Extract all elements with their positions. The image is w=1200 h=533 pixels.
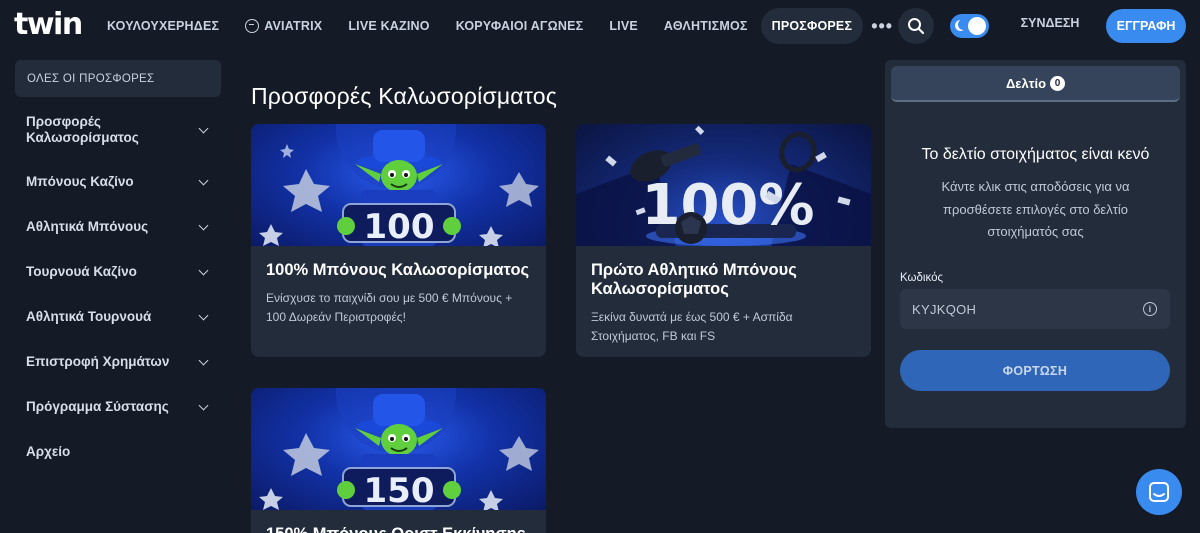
aviatrix-icon <box>245 19 260 33</box>
twin-logo[interactable]: twin <box>14 10 83 40</box>
sidebar-item-label: Προσφορές Καλωσορίσματος <box>26 114 139 145</box>
login-link[interactable]: ΣΥΝΔΕΣΗ <box>1012 16 1088 30</box>
promo-card-title: 150% Μπόνους Οριστ Εκκίνησηs <box>266 525 531 533</box>
sidebar-item-label: Αρχείο <box>26 444 71 459</box>
sidebar-item-casino-tournaments[interactable]: Τουρνουά Καζίνο <box>15 263 221 281</box>
promo-banner-goblin: 150 <box>251 388 546 510</box>
chevron-down-icon <box>198 355 209 365</box>
code-label: Κωδικός <box>900 272 944 284</box>
betslip-tab-label: Δελτίο <box>1005 75 1047 91</box>
nav-live[interactable]: LIVE <box>596 8 651 44</box>
sidebar-all-offers[interactable]: ΟΛΕΣ ΟΙ ΠΡΟΣΦΟΡΕΣ <box>15 60 221 97</box>
nav-label: LIVE <box>609 19 638 33</box>
nav-aviatrix[interactable]: AVIATRIX <box>232 8 335 44</box>
betslip-empty-hint: Κάντε κλικ στις αποδόσεις για να προσθέσ… <box>941 179 1130 239</box>
sidebar-item-label: Μπόνους Καζίνο <box>26 174 134 189</box>
promo-card-title: 100% Μπόνους Καλωσορίσματος <box>266 261 530 279</box>
nav-live-casino[interactable]: LIVE ΚΑΖΙΝΟ <box>335 8 442 44</box>
promo-card-description: Ξεκίνα δυνατά με έως 500 € + Ασπίδα Στοι… <box>591 310 793 343</box>
banner-number: 100% <box>641 173 814 238</box>
toggle-knob <box>968 17 986 35</box>
chevron-down-icon <box>198 220 209 230</box>
page-title: Προσφορές Καλωσορίσματος <box>251 83 558 109</box>
chevron-down-icon <box>198 175 209 185</box>
sidebar-item-label: Αθλητικά Τουρνουά <box>26 309 152 324</box>
search-icon <box>908 18 925 35</box>
sidebar-item-referral[interactable]: Πρόγραμμα Σύστασης <box>15 398 221 416</box>
sidebar-item-cashback[interactable]: Επιστροφή Χρημάτων <box>15 353 221 371</box>
promo-card[interactable]: 100% Πρώτο Αθλητικό Μπόνους Καλωσορίσματ… <box>576 124 871 357</box>
chevron-down-icon <box>198 123 209 133</box>
more-menu-icon[interactable]: ••• <box>863 8 901 44</box>
promo-banner-goblin: 100 <box>251 124 546 246</box>
sidebar-item-label: Τουρνουά Καζίνο <box>26 264 137 279</box>
sidebar-item-sports-tournaments[interactable]: Αθλητικά Τουρνουά <box>15 308 221 326</box>
sidebar-item-label: Επιστροφή Χρημάτων <box>26 354 170 369</box>
sidebar-item-casino-bonus[interactable]: Μπόνους Καζίνο <box>15 173 221 191</box>
goblin-banner-art: 100 <box>259 124 539 246</box>
chevron-down-icon <box>198 400 209 410</box>
code-value: KYJKQOH <box>912 301 977 317</box>
top-header: twin ΚΟΥΛΟΥΧΕΡΗΔΕΣ AVIATRIX LIVE ΚΑΖΙΝΟ … <box>0 0 1200 52</box>
banner-number: 100 <box>364 207 435 246</box>
nav-promotions[interactable]: ΠΡΟΣΦΟΡΕΣ <box>760 8 864 44</box>
promotions-sidebar: ΟΛΕΣ ΟΙ ΠΡΟΣΦΟΡΕΣ <box>15 60 221 97</box>
chat-icon <box>1149 482 1169 502</box>
chevron-down-icon <box>198 265 209 275</box>
nav-top-matches[interactable]: ΚΟΡΥΦΑΙΟΙ ΑΓΩΝΕΣ <box>443 8 597 44</box>
nav-label: AVIATRIX <box>264 19 323 33</box>
code-input[interactable]: KYJKQOH i <box>900 289 1170 329</box>
nav-label: ΠΡΟΣΦΟΡΕΣ <box>771 19 853 33</box>
banner-number: 150 <box>364 471 435 510</box>
sidebar-item-welcome-offers[interactable]: Προσφορές Καλωσορίσματος <box>15 113 221 147</box>
theme-toggle[interactable] <box>950 14 989 38</box>
promo-card[interactable]: 100 100% Μπόνους Καλωσορίσματος Ενίσχυσε… <box>251 124 546 357</box>
register-button[interactable]: ΕΓΓΡΑΦΗ <box>1106 9 1186 43</box>
nav-slots[interactable]: ΚΟΥΛΟΥΧΕΡΗΔΕΣ <box>94 8 232 44</box>
betslip-empty-title: Το δελτίο στοιχήματος είναι κενό <box>921 146 1150 163</box>
nav-label: ΚΟΥΛΟΥΧΕΡΗΔΕΣ <box>107 19 220 33</box>
main-nav: ΚΟΥΛΟΥΧΕΡΗΔΕΣ AVIATRIX LIVE ΚΑΖΙΝΟ ΚΟΡΥΦ… <box>94 8 901 44</box>
promo-card-title: Πρώτο Αθλητικό Μπόνους Καλωσορίσματος <box>591 261 797 298</box>
sidebar-item-archive[interactable]: Αρχείο <box>15 443 221 461</box>
chevron-down-icon <box>198 310 209 320</box>
nav-label: ΚΟΡΥΦΑΙΟΙ ΑΓΩΝΕΣ <box>455 19 584 33</box>
info-icon[interactable]: i <box>1143 302 1157 316</box>
goblin-banner-art: 150 <box>259 388 539 510</box>
nav-label: LIVE ΚΑΖΙΝΟ <box>348 19 430 33</box>
search-button[interactable] <box>898 8 934 44</box>
promo-card[interactable]: 150 150% Μπόνους Οριστ Εκκίνησηs <box>251 388 546 533</box>
promo-banner-sports: 100% <box>576 124 871 246</box>
load-code-button[interactable]: ΦΟΡΤΩΣΗ <box>900 350 1170 391</box>
promo-card-description: Ενίσχυσε το παιχνίδι σου με 500 € Μπόνου… <box>266 291 513 324</box>
betslip-tab[interactable]: Δελτίο 0 <box>891 66 1180 102</box>
betslip-panel: Δελτίο 0 Το δελτίο στοιχήματος είναι κεν… <box>885 60 1186 428</box>
betslip-count-badge: 0 <box>1050 75 1066 91</box>
sidebar-item-label: Πρόγραμμα Σύστασης <box>26 399 169 414</box>
sports-banner-art: 100% <box>576 125 871 246</box>
nav-sports[interactable]: ΑΘΛΗΤΙΣΜΟΣ <box>651 8 761 44</box>
sidebar-item-sports-bonus[interactable]: Αθλητικά Μπόνους <box>15 218 221 236</box>
sidebar-item-label: Αθλητικά Μπόνους <box>26 219 149 234</box>
support-chat-button[interactable] <box>1136 469 1182 515</box>
nav-label: ΑΘΛΗΤΙΣΜΟΣ <box>663 19 748 33</box>
